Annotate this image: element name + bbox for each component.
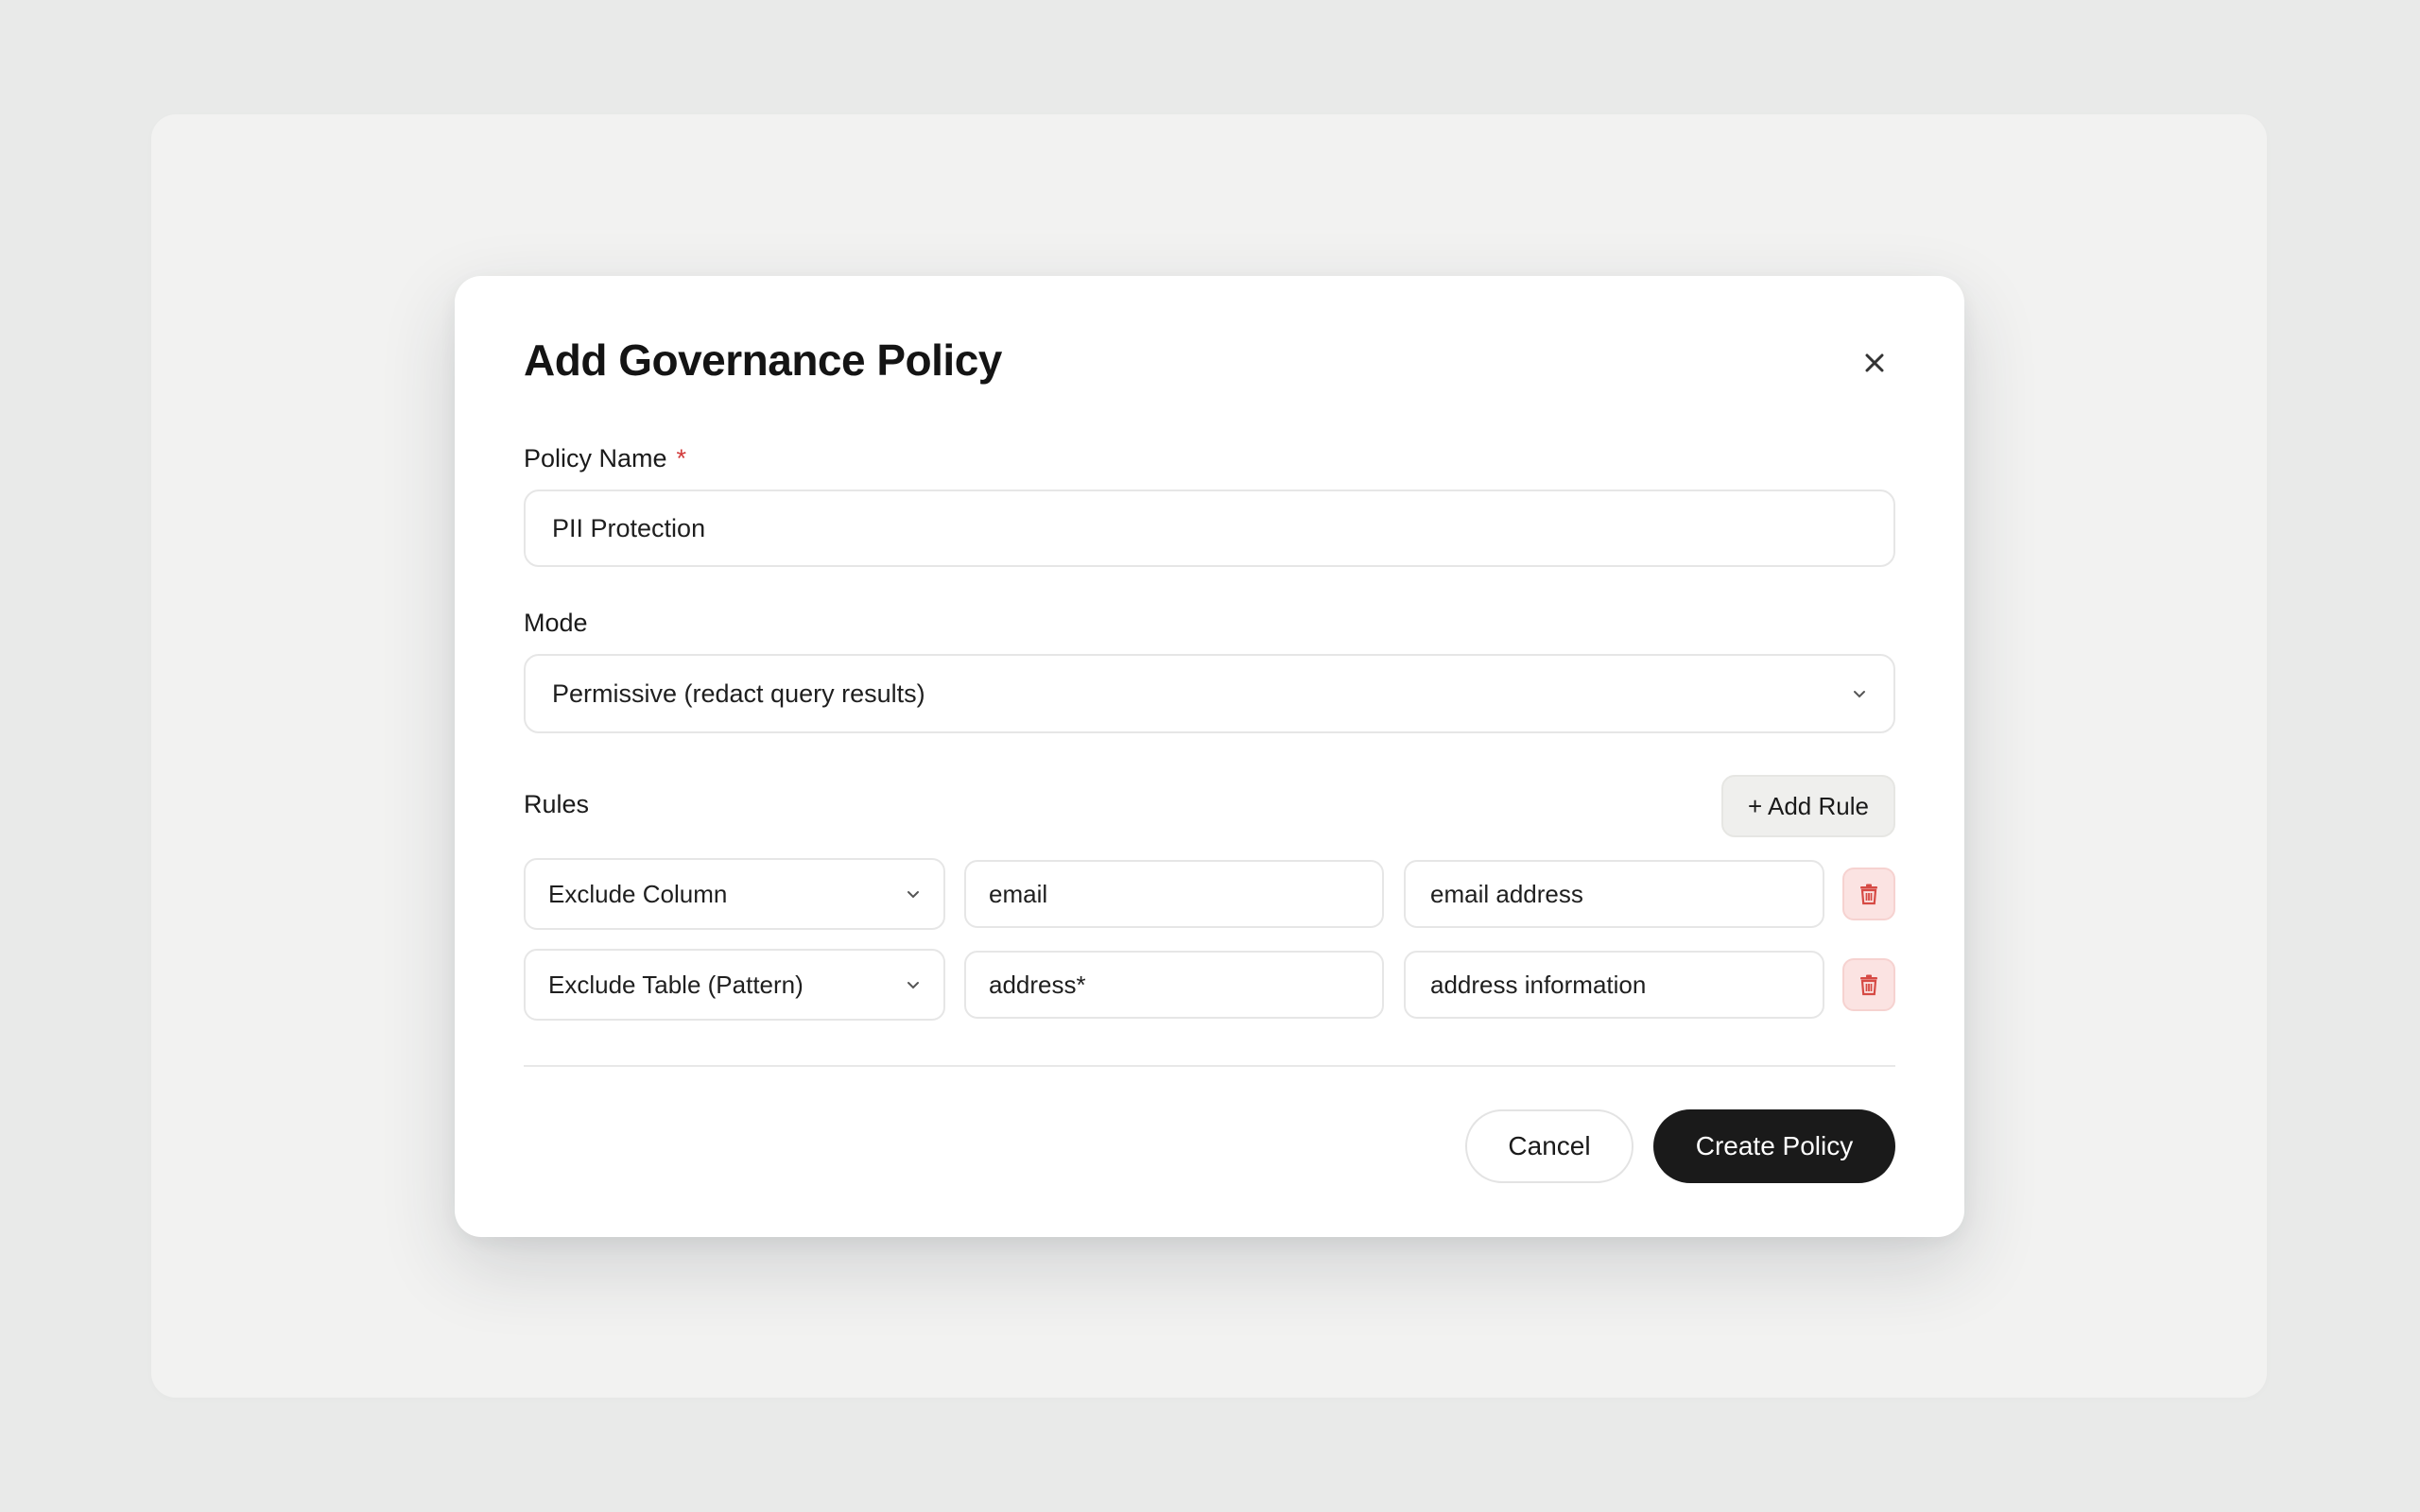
- rule-type-value: Exclude Column: [548, 879, 728, 908]
- mode-selected-value: Permissive (redact query results): [552, 679, 925, 708]
- add-rule-button[interactable]: + Add Rule: [1721, 775, 1895, 837]
- mode-select[interactable]: Permissive (redact query results): [524, 654, 1895, 733]
- policy-name-label-row: Policy Name *: [524, 444, 686, 473]
- close-icon: [1865, 353, 1884, 372]
- create-policy-button[interactable]: Create Policy: [1653, 1109, 1895, 1183]
- rule-description-value: address information: [1430, 970, 1647, 999]
- add-policy-dialog: Add Governance Policy Policy Name * PII P…: [455, 276, 1964, 1237]
- rule-row: Exclude Column email email address: [524, 858, 1895, 930]
- rule-type-select[interactable]: Exclude Column: [524, 858, 945, 930]
- policy-name-input[interactable]: PII Protection: [524, 490, 1895, 567]
- delete-rule-button[interactable]: [1842, 868, 1895, 920]
- mode-label: Mode: [524, 609, 588, 637]
- delete-rule-button[interactable]: [1842, 958, 1895, 1011]
- close-button[interactable]: [1854, 342, 1895, 384]
- trash-icon: [1860, 884, 1877, 905]
- chevron-down-icon: [1852, 688, 1867, 699]
- rule-description-value: email address: [1430, 879, 1583, 908]
- rule-target-value: address*: [989, 970, 1086, 999]
- dialog-title: Add Governance Policy: [524, 335, 1002, 385]
- rule-description-input[interactable]: email address: [1404, 860, 1824, 928]
- policy-name-label: Policy Name: [524, 444, 667, 472]
- rule-row: Exclude Table (Pattern) address* address…: [524, 949, 1895, 1021]
- policy-name-value: PII Protection: [552, 513, 706, 542]
- rule-target-input[interactable]: email: [964, 860, 1384, 928]
- required-marker: *: [676, 444, 687, 472]
- rules-label: Rules: [524, 790, 590, 818]
- rule-description-input[interactable]: address information: [1404, 951, 1824, 1019]
- cancel-button[interactable]: Cancel: [1465, 1109, 1634, 1183]
- chevron-down-icon: [906, 888, 921, 900]
- rule-type-value: Exclude Table (Pattern): [548, 970, 804, 999]
- trash-icon: [1860, 974, 1877, 996]
- rule-target-input[interactable]: address*: [964, 951, 1384, 1019]
- footer-divider: [524, 1065, 1895, 1067]
- rule-type-select[interactable]: Exclude Table (Pattern): [524, 949, 945, 1021]
- rule-target-value: email: [989, 879, 1048, 908]
- chevron-down-icon: [906, 979, 921, 990]
